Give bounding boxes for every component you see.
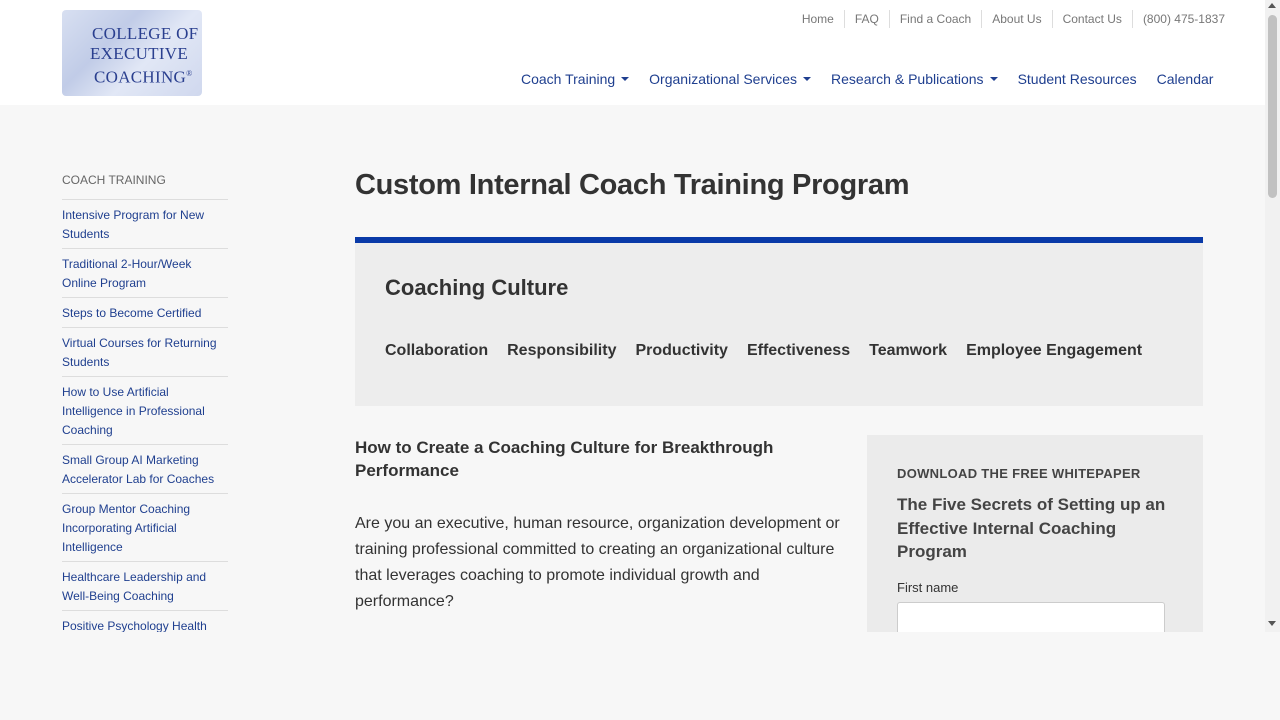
nav-coach-training[interactable]: Coach Training <box>521 71 630 87</box>
vertical-scrollbar[interactable] <box>1265 0 1280 632</box>
nav-student-resources-label: Student Resources <box>1017 71 1137 87</box>
culture-tag: Collaboration <box>385 342 489 359</box>
first-name-field[interactable] <box>897 602 1165 632</box>
logo-line-2: EXECUTIVE <box>90 44 189 63</box>
logo-line-1: COLLEGE OF <box>92 24 199 43</box>
utility-link-faq[interactable]: FAQ <box>845 10 890 28</box>
sidebar-item: How to Use Artificial Intelligence in Pr… <box>62 377 228 445</box>
site-header: COLLEGE OF EXECUTIVE COACHING® Home FAQ … <box>0 0 1265 105</box>
registered-mark: ® <box>186 69 193 78</box>
nav-calendar-label: Calendar <box>1156 71 1214 87</box>
sidebar-list: Intensive Program for New Students Tradi… <box>62 200 228 641</box>
utility-nav: Home FAQ Find a Coach About Us Contact U… <box>792 10 1225 28</box>
coaching-culture-panel: Coaching Culture Collaboration Responsib… <box>355 237 1203 406</box>
culture-title: Coaching Culture <box>385 275 569 300</box>
first-name-label: First name <box>897 580 959 595</box>
nav-organizational-services[interactable]: Organizational Services <box>649 71 812 87</box>
scroll-up-arrow-icon[interactable] <box>1268 3 1276 8</box>
nav-coach-training-label: Coach Training <box>521 71 616 87</box>
nav-organizational-services-label: Organizational Services <box>649 71 798 87</box>
sidebar-link-ai-marketing-lab[interactable]: Small Group AI Marketing Accelerator Lab… <box>62 451 228 489</box>
nav-research-publications[interactable]: Research & Publications <box>831 71 998 87</box>
utility-link-home[interactable]: Home <box>792 10 845 28</box>
college-logo[interactable]: COLLEGE OF EXECUTIVE COACHING® <box>62 10 202 96</box>
chevron-down-icon <box>621 77 630 81</box>
sidebar-link-healthcare[interactable]: Healthcare Leadership and Well-Being Coa… <box>62 568 228 606</box>
sidebar-item: Healthcare Leadership and Well-Being Coa… <box>62 562 228 611</box>
chevron-down-icon <box>989 77 998 81</box>
utility-link-contact[interactable]: Contact Us <box>1053 10 1133 28</box>
whitepaper-form: DOWNLOAD THE FREE WHITEPAPER The Five Se… <box>867 435 1203 632</box>
utility-link-about[interactable]: About Us <box>982 10 1053 28</box>
sidebar-link-traditional-online[interactable]: Traditional 2-Hour/Week Online Program <box>62 255 228 293</box>
utility-link-find-coach[interactable]: Find a Coach <box>890 10 983 28</box>
culture-tag: Effectiveness <box>746 342 851 359</box>
culture-tags: Collaboration Responsibility Productivit… <box>385 342 1161 360</box>
chevron-down-icon <box>803 77 812 81</box>
whitepaper-label: DOWNLOAD THE FREE WHITEPAPER <box>897 466 1141 481</box>
sidebar-link-intensive-program[interactable]: Intensive Program for New Students <box>62 206 228 244</box>
main-content: Custom Internal Coach Training Program <box>355 165 1203 205</box>
sidebar-link-virtual-courses[interactable]: Virtual Courses for Returning Students <box>62 334 228 372</box>
sidebar-item: Virtual Courses for Returning Students <box>62 328 228 377</box>
sidebar-item: Intensive Program for New Students <box>62 200 228 249</box>
nav-research-publications-label: Research & Publications <box>831 71 984 87</box>
main-nav: Coach Training Organizational Services R… <box>521 71 1213 87</box>
scrollbar-thumb[interactable] <box>1268 15 1277 198</box>
utility-link-phone[interactable]: (800) 475-1837 <box>1133 10 1225 28</box>
sidebar-link-steps-certified[interactable]: Steps to Become Certified <box>62 304 228 323</box>
sidebar-item: Traditional 2-Hour/Week Online Program <box>62 249 228 298</box>
culture-tag: Responsibility <box>507 342 617 359</box>
sidebar-item: Group Mentor Coaching Incorporating Arti… <box>62 494 228 562</box>
nav-calendar[interactable]: Calendar <box>1157 71 1214 87</box>
sidebar-link-ai-coaching[interactable]: How to Use Artificial Intelligence in Pr… <box>62 383 228 440</box>
sidebar-item: Small Group AI Marketing Accelerator Lab… <box>62 445 228 494</box>
sidebar-title: COACH TRAINING <box>62 172 228 200</box>
sidebar: COACH TRAINING Intensive Program for New… <box>62 172 228 641</box>
logo-line-3-text: COACHING <box>94 67 187 87</box>
whitepaper-title: The Five Secrets of Setting up an Effect… <box>897 495 1166 561</box>
sidebar-item: Steps to Become Certified <box>62 298 228 328</box>
sidebar-link-group-mentor[interactable]: Group Mentor Coaching Incorporating Arti… <box>62 500 228 557</box>
page-title: Custom Internal Coach Training Program <box>355 169 910 201</box>
culture-tag: Employee Engagement <box>966 342 1143 359</box>
culture-tag: Productivity <box>635 342 728 359</box>
logo-line-3: COACHING® <box>94 64 198 88</box>
viewport-bottom <box>0 632 1280 720</box>
logo-wordmark: COLLEGE OF EXECUTIVE COACHING® <box>90 24 199 88</box>
scroll-down-arrow-icon[interactable] <box>1268 621 1276 626</box>
culture-tag: Teamwork <box>869 342 948 359</box>
article-body: Are you an executive, human resource, or… <box>355 515 840 610</box>
article-title: How to Create a Coaching Culture for Bre… <box>355 438 774 480</box>
nav-student-resources[interactable]: Student Resources <box>1018 71 1137 87</box>
